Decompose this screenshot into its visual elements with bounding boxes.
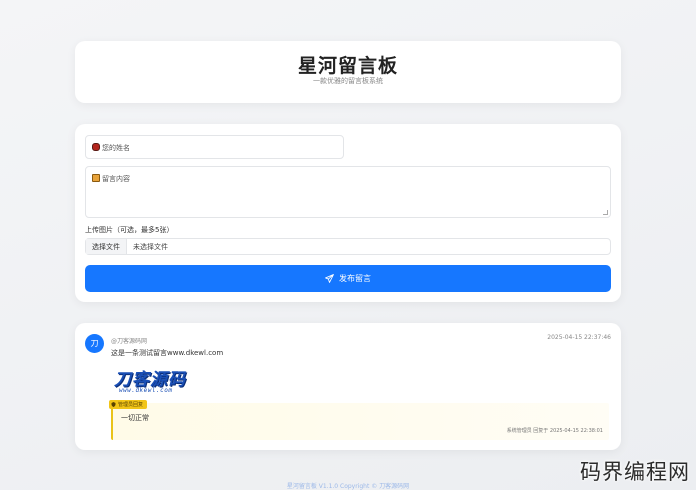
reply-badge-label: 管理员回复 xyxy=(118,402,144,408)
resize-handle[interactable] xyxy=(603,210,608,215)
message-time: 2025-04-15 22:37:46 xyxy=(547,334,611,341)
submit-button[interactable]: 发布留言 xyxy=(85,265,611,292)
watermark: 码界编程网 xyxy=(580,460,690,484)
message-image[interactable]: 刀客源码 www.dkewl.com xyxy=(111,364,199,397)
message-textarea[interactable]: 留言内容 xyxy=(85,166,611,218)
submit-label: 发布留言 xyxy=(339,274,371,283)
site-title: 星河留言板 xyxy=(297,55,398,77)
logo-url: www.dkewl.com xyxy=(119,387,173,394)
name-badge-icon xyxy=(92,143,100,151)
choose-file-button[interactable]: 选择文件 xyxy=(86,239,127,254)
reply-badge: 管理员回复 xyxy=(109,400,148,409)
message-form: 您的姓名 留言内容 上传图片（可选，最多5张） 选择文件 未选择文件 发布留言 xyxy=(75,124,621,302)
footer: 星河留言板 V1.1.0 Copyright © 刀客源码网 xyxy=(286,483,410,490)
reply-text: 一切正常 xyxy=(121,414,149,422)
message-text: 这是一条测试留言www.dkewl.com xyxy=(111,349,224,357)
memo-icon xyxy=(92,174,100,182)
name-input[interactable]: 您的姓名 xyxy=(85,135,344,159)
message-item: 刀 @刀客源码网 2025-04-15 22:37:46 这是一条测试留言www… xyxy=(75,323,621,450)
name-placeholder: 您的姓名 xyxy=(102,144,130,152)
upload-label: 上传图片（可选，最多5张） xyxy=(85,226,174,234)
file-input[interactable]: 选择文件 未选择文件 xyxy=(85,238,611,255)
avatar: 刀 xyxy=(85,334,104,353)
message-placeholder: 留言内容 xyxy=(102,175,130,183)
site-subtitle: 一款优雅的留言板系统 xyxy=(313,77,383,85)
shield-icon xyxy=(111,402,116,407)
file-status: 未选择文件 xyxy=(133,242,168,251)
paper-plane-icon xyxy=(325,274,334,283)
header-card: 星河留言板 一款优雅的留言板系统 xyxy=(75,41,621,103)
admin-reply: 管理员回复 一切正常 系统管理员 回复于 2025-04-15 22:38:01 xyxy=(109,400,609,440)
reply-meta: 系统管理员 回复于 2025-04-15 22:38:01 xyxy=(506,428,603,434)
message-author: @刀客源码网 xyxy=(111,338,148,345)
